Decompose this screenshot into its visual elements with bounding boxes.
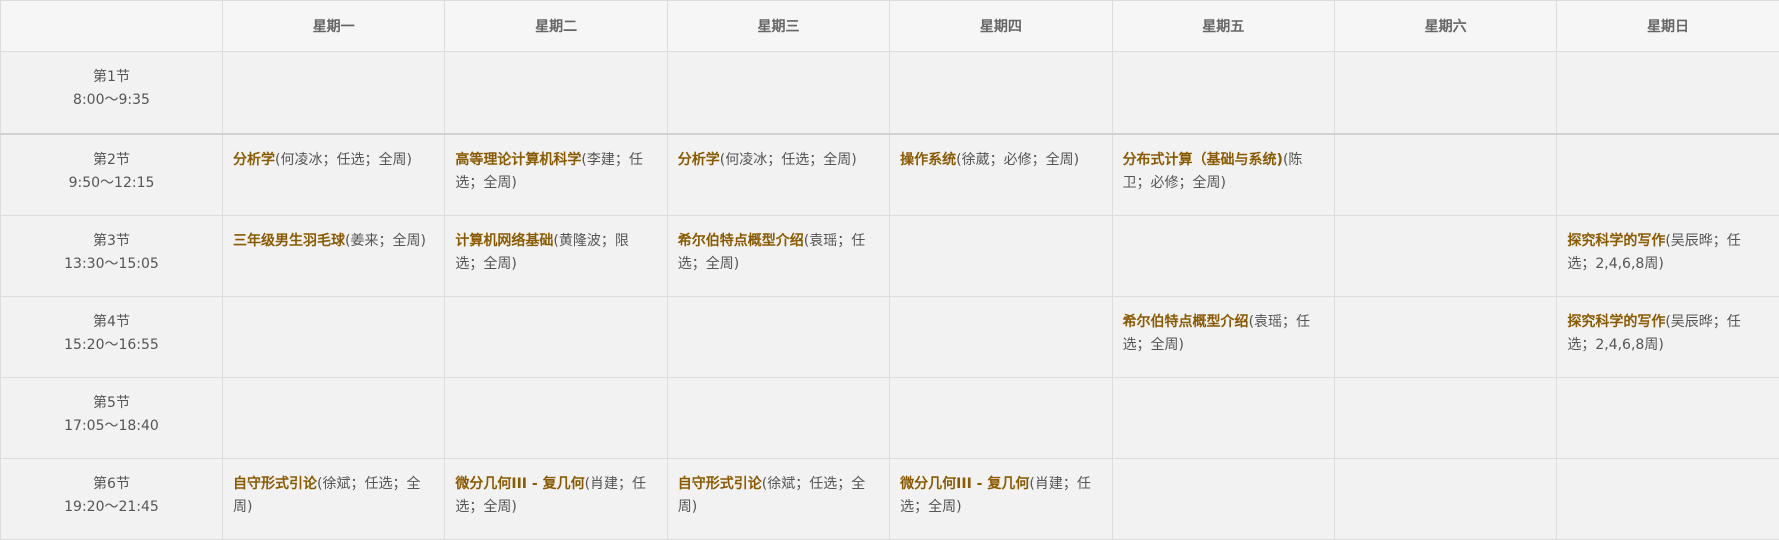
day-header-sun: 星期日 — [1557, 1, 1779, 52]
slot-cell-empty — [445, 378, 667, 459]
course-name: 三年级男生羽毛球 — [233, 233, 345, 249]
slot-cell-empty — [1557, 134, 1779, 216]
course-name: 探究科学的写作 — [1567, 314, 1665, 330]
period-row-2: 第2节 9:50～12:15 分析学(何凌冰；任选；全周) 高等理论计算机科学(… — [1, 134, 1779, 216]
period-row-5: 第5节 17:05～18:40 — [1, 378, 1779, 459]
course-name: 计算机网络基础 — [455, 233, 553, 249]
course-cell[interactable]: 三年级男生羽毛球(姜来；全周) — [223, 216, 445, 297]
slot-cell-empty — [223, 52, 445, 135]
course-cell[interactable]: 微分几何III - 复几何(肖建；任选；全周) — [445, 459, 667, 540]
course-info: (姜来；全周) — [345, 233, 426, 249]
slot-cell-empty — [1112, 378, 1334, 459]
period-row-1: 第1节 8:00～9:35 — [1, 52, 1779, 135]
header-row: 星期一 星期二 星期三 星期四 星期五 星期六 星期日 — [1, 1, 1779, 52]
slot-cell-empty — [223, 378, 445, 459]
period-time: 9:50～12:15 — [1, 172, 222, 195]
course-name: 探究科学的写作 — [1567, 233, 1665, 249]
slot-cell-empty — [1334, 216, 1556, 297]
day-header-fri: 星期五 — [1112, 1, 1334, 52]
period-time: 19:20～21:45 — [1, 496, 222, 519]
period-cell: 第6节 19:20～21:45 — [1, 459, 223, 540]
period-name: 第3节 — [1, 230, 222, 253]
period-time: 17:05～18:40 — [1, 415, 222, 438]
slot-cell-empty — [890, 216, 1112, 297]
slot-cell-empty — [1112, 459, 1334, 540]
course-name: 希尔伯特点概型介绍 — [678, 233, 804, 249]
corner-header — [1, 1, 223, 52]
course-name: 微分几何III - 复几何 — [900, 476, 1029, 492]
period-row-3: 第3节 13:30～15:05 三年级男生羽毛球(姜来；全周) 计算机网络基础(… — [1, 216, 1779, 297]
course-cell[interactable]: 高等理论计算机科学(李建；任选；全周) — [445, 134, 667, 216]
course-name: 微分几何III - 复几何 — [455, 476, 584, 492]
day-header-sat: 星期六 — [1334, 1, 1556, 52]
course-info: (徐葳；必修；全周) — [956, 152, 1079, 168]
slot-cell-empty — [1334, 134, 1556, 216]
course-name: 分布式计算（基础与系统) — [1123, 152, 1283, 168]
period-cell: 第1节 8:00～9:35 — [1, 52, 223, 135]
slot-cell-empty — [1112, 52, 1334, 135]
slot-cell-empty — [1557, 459, 1779, 540]
course-name: 分析学 — [678, 152, 720, 168]
day-header-thu: 星期四 — [890, 1, 1112, 52]
course-name: 自守形式引论 — [678, 476, 762, 492]
period-name: 第2节 — [1, 149, 222, 172]
period-cell: 第5节 17:05～18:40 — [1, 378, 223, 459]
course-cell[interactable]: 希尔伯特点概型介绍(袁瑶；任选；全周) — [667, 216, 889, 297]
slot-cell-empty — [1334, 297, 1556, 378]
slot-cell-empty — [1557, 378, 1779, 459]
course-cell[interactable]: 分析学(何凌冰；任选；全周) — [667, 134, 889, 216]
slot-cell-empty — [445, 297, 667, 378]
period-name: 第6节 — [1, 473, 222, 496]
slot-cell-empty — [667, 297, 889, 378]
day-header-mon: 星期一 — [223, 1, 445, 52]
timetable: 星期一 星期二 星期三 星期四 星期五 星期六 星期日 第1节 8:00～9:3… — [0, 0, 1779, 540]
course-name: 分析学 — [233, 152, 275, 168]
period-cell: 第3节 13:30～15:05 — [1, 216, 223, 297]
course-cell[interactable]: 自守形式引论(徐斌；任选；全周) — [223, 459, 445, 540]
course-cell[interactable]: 希尔伯特点概型介绍(袁瑶；任选；全周) — [1112, 297, 1334, 378]
slot-cell-empty — [667, 52, 889, 135]
course-cell[interactable]: 计算机网络基础(黄隆波；限选；全周) — [445, 216, 667, 297]
period-row-4: 第4节 15:20～16:55 希尔伯特点概型介绍(袁瑶；任选；全周) 探究科学… — [1, 297, 1779, 378]
course-name: 操作系统 — [900, 152, 956, 168]
slot-cell-empty — [445, 52, 667, 135]
course-cell[interactable]: 探究科学的写作(吴辰晔；任选；2,4,6,8周) — [1557, 216, 1779, 297]
course-info: (何凌冰；任选；全周) — [275, 152, 412, 168]
course-name: 自守形式引论 — [233, 476, 317, 492]
period-cell: 第2节 9:50～12:15 — [1, 134, 223, 216]
slot-cell-empty — [667, 378, 889, 459]
course-info: (何凌冰；任选；全周) — [720, 152, 857, 168]
slot-cell-empty — [890, 52, 1112, 135]
period-name: 第5节 — [1, 392, 222, 415]
slot-cell-empty — [1334, 459, 1556, 540]
course-name: 高等理论计算机科学 — [455, 152, 581, 168]
period-row-6: 第6节 19:20～21:45 自守形式引论(徐斌；任选；全周) 微分几何III… — [1, 459, 1779, 540]
course-cell[interactable]: 自守形式引论(徐斌；任选；全周) — [667, 459, 889, 540]
slot-cell-empty — [890, 297, 1112, 378]
course-cell[interactable]: 微分几何III - 复几何(肖建；任选；全周) — [890, 459, 1112, 540]
day-header-wed: 星期三 — [667, 1, 889, 52]
period-time: 13:30～15:05 — [1, 253, 222, 276]
course-cell[interactable]: 探究科学的写作(吴辰晔；任选；2,4,6,8周) — [1557, 297, 1779, 378]
period-time: 15:20～16:55 — [1, 334, 222, 357]
course-cell[interactable]: 分析学(何凌冰；任选；全周) — [223, 134, 445, 216]
slot-cell-empty — [1334, 378, 1556, 459]
course-cell[interactable]: 操作系统(徐葳；必修；全周) — [890, 134, 1112, 216]
day-header-tue: 星期二 — [445, 1, 667, 52]
period-name: 第1节 — [1, 66, 222, 89]
period-time: 8:00～9:35 — [1, 89, 222, 112]
course-name: 希尔伯特点概型介绍 — [1123, 314, 1249, 330]
period-cell: 第4节 15:20～16:55 — [1, 297, 223, 378]
slot-cell-empty — [1112, 216, 1334, 297]
slot-cell-empty — [1334, 52, 1556, 135]
period-name: 第4节 — [1, 311, 222, 334]
slot-cell-empty — [223, 297, 445, 378]
course-cell[interactable]: 分布式计算（基础与系统)(陈卫；必修；全周) — [1112, 134, 1334, 216]
slot-cell-empty — [890, 378, 1112, 459]
slot-cell-empty — [1557, 52, 1779, 135]
